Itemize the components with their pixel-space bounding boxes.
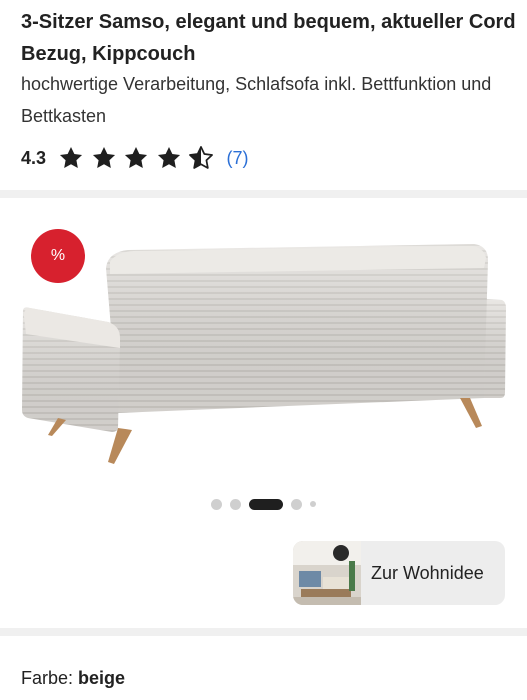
pagination-dot[interactable] [310,501,316,507]
section-divider [0,190,527,198]
wohnidee-button[interactable]: Zur Wohnidee [293,541,505,605]
sofa-image[interactable] [18,238,512,470]
star-half-icon [189,146,213,169]
section-divider [0,628,527,636]
wohnidee-label: Zur Wohnidee [371,562,484,583]
color-value: beige [78,668,126,688]
pagination-dot[interactable] [230,498,241,510]
star-full-icon [59,146,83,168]
product-title: 3-Sitzer Samso, elegant und bequem, aktu… [21,11,516,65]
pagination-dot-active[interactable] [249,498,283,510]
gallery-pagination[interactable] [0,497,527,511]
star-full-icon [92,146,115,168]
color-selection: Farbe: beige [21,668,125,689]
color-label: Farbe: [21,668,79,688]
pagination-dot[interactable] [291,498,302,510]
product-subtitle: hochwertige Verarbeitung, Schlafsofa ink… [21,74,492,126]
rating-stars [58,145,221,171]
rating-row[interactable]: 4.3 (7) [21,143,249,173]
star-full-icon [157,146,180,168]
living-room-thumbnail-icon [293,541,361,605]
star-full-icon [124,146,148,168]
pagination-dot[interactable] [211,498,222,510]
rating-value: 4.3 [21,147,47,168]
rating-count-link[interactable]: (7) [227,148,249,169]
